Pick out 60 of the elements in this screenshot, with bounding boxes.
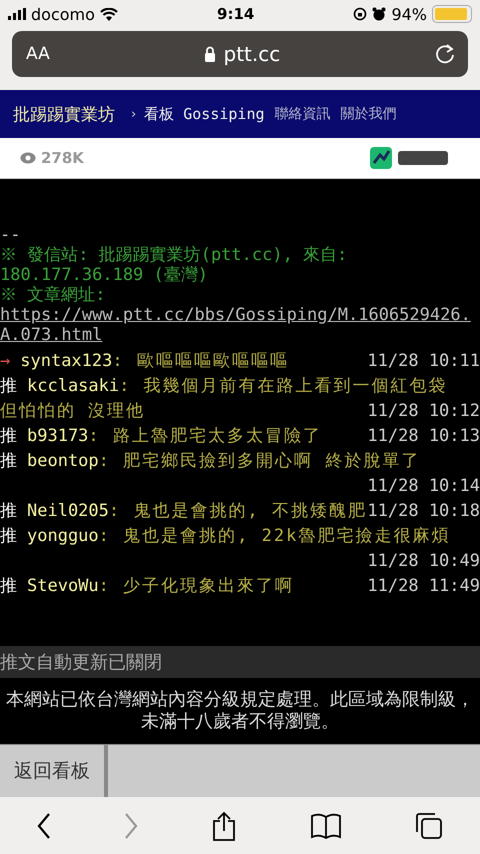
clock-time: 9:14: [217, 5, 254, 23]
site-logo-link[interactable]: 批踢踢實業坊: [13, 102, 115, 126]
back-icon[interactable]: [36, 812, 51, 838]
comment-text: : 肥宅鄉民撿到多開心啊 終於脫單了: [98, 450, 420, 473]
comment-text: : 鬼也是會挑的, 22k魯肥宅撿走很麻煩: [98, 525, 450, 548]
nav-link[interactable]: 關於我們: [340, 105, 397, 123]
comment-time: 11/28 10:14: [367, 475, 480, 498]
comment-text: : 歐嘔嘔嘔歐嘔嘔嘔: [112, 350, 289, 373]
text-size-button[interactable]: AA: [26, 44, 50, 64]
comment-text: 但怕怕的 沒理他: [0, 400, 146, 423]
push-tag: 推: [0, 374, 17, 399]
tabs-icon[interactable]: [415, 812, 444, 840]
push-tag: 推: [0, 449, 17, 474]
rotation-lock-icon: [353, 7, 368, 21]
breadcrumb-separator: ›: [131, 106, 136, 122]
comment-time: 11/28 10:11: [367, 350, 480, 373]
comment-user: yongguo: [27, 525, 99, 548]
board-link[interactable]: 看板 Gossiping: [144, 104, 265, 124]
push-tag: 推: [0, 574, 17, 599]
logo-icon: [370, 145, 450, 171]
share-icon[interactable]: [212, 810, 236, 840]
battery-icon: [432, 5, 472, 23]
wifi-icon: [100, 8, 118, 20]
comment-user: kcclasaki: [27, 375, 120, 398]
comment-user: syntax123: [20, 350, 112, 373]
eye-icon: [20, 152, 36, 164]
signature-line: 180.177.36.189 (臺灣): [0, 265, 209, 285]
carrier-name: docomo: [31, 4, 95, 24]
url-text: ptt.cc: [224, 42, 280, 66]
comment-time: 11/28 10:49: [367, 550, 480, 573]
comment-text: : 我幾個月前有在路上看到一個紅包袋: [119, 375, 448, 398]
book-icon[interactable]: [310, 812, 342, 838]
address-field[interactable]: AA ptt.cc: [12, 31, 468, 77]
comment-text: : 路上魯肥宅太多太冒險了: [88, 425, 322, 448]
push-tag: 推: [0, 424, 17, 449]
comment-time: 11/28 10:18: [367, 500, 480, 523]
comment-time: 11/28 10:12: [367, 400, 480, 423]
comment-user: Neil0205: [27, 500, 109, 523]
comment-text: : 少子化現象出來了啊: [98, 575, 294, 598]
comment-user: beontop: [27, 450, 99, 473]
comment-text: : 鬼也是會挑的, 不挑矮醜肥: [108, 500, 367, 523]
nav-link[interactable]: 聯絡資訊: [274, 105, 331, 123]
lock-icon: [204, 46, 216, 62]
signature-line: ※ 文章網址:: [0, 285, 106, 305]
article-url-link[interactable]: https://www.ptt.cc/bbs/Gossiping/M.1606529426.A.073.html: [0, 305, 480, 345]
reload-icon[interactable]: [434, 43, 456, 65]
push-tag: →: [0, 349, 10, 374]
view-count: 278K: [41, 149, 84, 167]
battery-percent: 94%: [391, 4, 427, 24]
push-tag: 推: [0, 524, 17, 549]
comment-user: StevoWu: [27, 575, 99, 598]
comment-time: 11/28 10:13: [367, 425, 480, 448]
push-tag: 推: [0, 499, 17, 524]
alarm-clock-icon: [372, 7, 386, 21]
signal-icon: [8, 8, 26, 20]
comment-time: 11/28 11:49: [367, 575, 480, 598]
signature-line: --: [0, 225, 22, 245]
comment-user: b93173: [27, 425, 88, 448]
signature-line: ※ 發信站: 批踢踢實業坊(ptt.cc), 來自:: [0, 245, 348, 265]
auto-update-status: 推文自動更新已關閉: [0, 646, 480, 678]
